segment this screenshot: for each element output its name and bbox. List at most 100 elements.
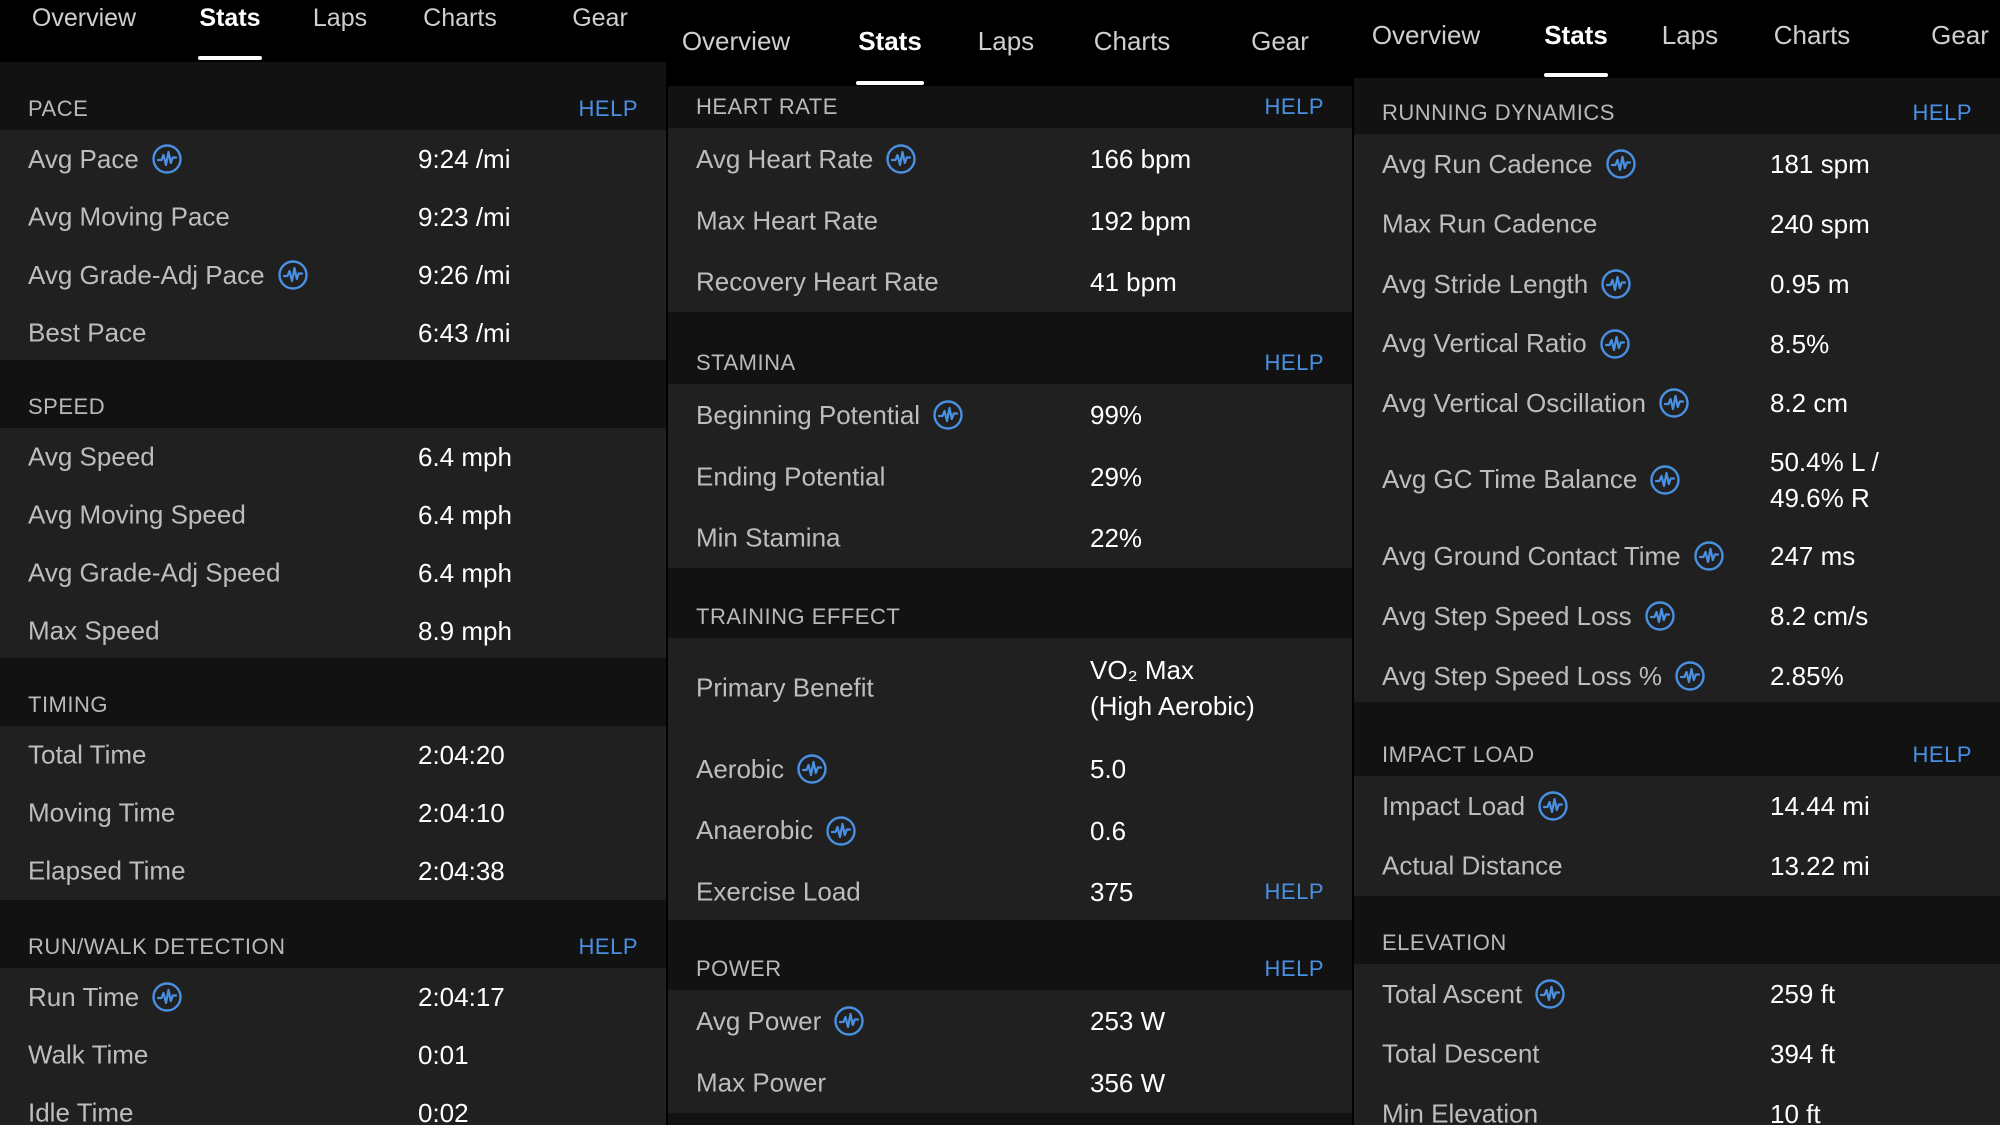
- stat-label: Anaerobic: [696, 815, 857, 847]
- stat-label-text: Avg Moving Pace: [28, 201, 230, 232]
- stat-label-text: Exercise Load: [696, 876, 861, 906]
- section-header: ELEVATION: [1354, 896, 2000, 964]
- tab-charts[interactable]: Charts: [1774, 20, 1851, 51]
- tab-stats[interactable]: Stats: [1544, 20, 1608, 51]
- waveform-icon[interactable]: [1537, 790, 1569, 822]
- waveform-icon[interactable]: [932, 399, 964, 431]
- waveform-icon[interactable]: [151, 981, 183, 1013]
- stat-label-text: Avg Step Speed Loss %: [1382, 660, 1662, 691]
- tab-gear[interactable]: Gear: [1251, 26, 1309, 57]
- stat-value: 8.9 mph: [418, 616, 512, 646]
- tab-overview[interactable]: Overview: [682, 26, 790, 57]
- stat-row: Impact Load 14.44 mi: [1354, 776, 2000, 836]
- stat-row: Max Run Cadence 240 spm: [1354, 194, 2000, 254]
- tab-charts[interactable]: Charts: [423, 4, 497, 33]
- help-link[interactable]: HELP: [579, 934, 638, 960]
- stat-row: Actual Distance 13.22 mi: [1354, 836, 2000, 896]
- stat-value: 375: [1090, 876, 1134, 907]
- waveform-icon[interactable]: [885, 143, 917, 175]
- stat-label: Min Elevation: [1382, 1099, 1538, 1125]
- stat-label: Total Ascent: [1382, 978, 1566, 1010]
- stat-value: 356 W: [1090, 1067, 1166, 1098]
- stat-row: Moving Time 2:04:10: [0, 784, 666, 842]
- stat-label: Max Power: [696, 1067, 826, 1098]
- stat-value: 0:01: [418, 1040, 469, 1070]
- stat-row: Walk Time 0:01: [0, 1026, 666, 1084]
- stat-label: Exercise Load: [696, 876, 861, 907]
- waveform-icon[interactable]: [825, 815, 857, 847]
- tab-stats[interactable]: Stats: [199, 4, 260, 33]
- stat-row: Total Time 2:04:20: [0, 726, 666, 784]
- stat-label-text: Avg Grade-Adj Speed: [28, 557, 281, 588]
- tab-laps[interactable]: Laps: [978, 26, 1034, 57]
- stat-label-text: Run Time: [28, 981, 140, 1012]
- tab-bar: Overview Stats Laps Charts Gear: [668, 0, 1352, 88]
- tab-laps[interactable]: Laps: [1662, 20, 1718, 51]
- stat-label: Avg Run Cadence: [1382, 148, 1637, 180]
- stat-label-text: Best Pace: [28, 317, 147, 348]
- waveform-icon[interactable]: [1600, 268, 1632, 300]
- tab-overview[interactable]: Overview: [1372, 20, 1480, 51]
- tab-laps[interactable]: Laps: [313, 4, 367, 33]
- section-title: PACE: [28, 96, 89, 121]
- waveform-icon[interactable]: [277, 259, 309, 291]
- stat-value: 2:04:17: [418, 982, 505, 1012]
- stat-label: Avg Vertical Ratio: [1382, 328, 1631, 360]
- stats-list: Avg Power 253 W Max Power 356 W: [668, 990, 1352, 1113]
- waveform-icon[interactable]: [1658, 387, 1690, 419]
- stat-value: 0:02: [418, 1098, 469, 1125]
- tab-gear[interactable]: Gear: [572, 4, 628, 33]
- section-title: SPEED: [28, 394, 106, 419]
- tab-gear[interactable]: Gear: [1931, 20, 1989, 51]
- waveform-icon[interactable]: [1693, 540, 1725, 572]
- waveform-icon[interactable]: [796, 753, 828, 785]
- help-link[interactable]: HELP: [1265, 94, 1324, 120]
- stat-label: Avg Vertical Oscillation: [1382, 387, 1690, 419]
- stat-row: Avg Vertical Ratio 8.5%: [1354, 314, 2000, 373]
- stat-label-text: Total Ascent: [1382, 978, 1523, 1009]
- stats-list: Impact Load 14.44 mi Actual Distance 13.22 …: [1354, 776, 2000, 896]
- stat-value: 8.2 cm/s: [1770, 601, 1869, 631]
- help-link[interactable]: HELP: [1265, 879, 1324, 905]
- stat-label: Avg Moving Pace: [28, 202, 230, 233]
- stat-label: Max Run Cadence: [1382, 209, 1597, 240]
- stat-label: Avg Pace: [28, 143, 183, 175]
- help-link[interactable]: HELP: [579, 96, 638, 122]
- stat-label-text: Idle Time: [28, 1097, 134, 1125]
- panel-divider: [666, 0, 668, 1125]
- waveform-icon[interactable]: [1599, 328, 1631, 360]
- stat-value: 9:26 /mi: [418, 260, 511, 290]
- stat-label-text: Avg Run Cadence: [1382, 148, 1593, 179]
- stat-label-text: Max Speed: [28, 615, 160, 646]
- help-link[interactable]: HELP: [1913, 100, 1972, 126]
- tab-charts[interactable]: Charts: [1094, 26, 1171, 57]
- tab-stats[interactable]: Stats: [858, 26, 922, 57]
- stat-label: Recovery Heart Rate: [696, 266, 939, 297]
- active-tab-indicator: [1544, 73, 1608, 77]
- waveform-icon[interactable]: [1605, 148, 1637, 180]
- help-link[interactable]: HELP: [1265, 350, 1324, 376]
- stat-label-text: Aerobic: [696, 753, 785, 784]
- stat-row: Avg Step Speed Loss 8.2 cm/s: [1354, 586, 2000, 646]
- section-title: STAMINA: [696, 350, 796, 375]
- section-title: RUN/WALK DETECTION: [28, 934, 286, 959]
- stat-label-text: Max Power: [696, 1067, 827, 1097]
- stat-value: 2:04:10: [418, 798, 505, 828]
- help-link[interactable]: HELP: [1913, 742, 1972, 768]
- waveform-icon[interactable]: [1649, 464, 1681, 496]
- waveform-icon[interactable]: [1644, 600, 1676, 632]
- stat-value: 14.44 mi: [1770, 791, 1870, 821]
- help-link[interactable]: HELP: [1265, 956, 1324, 982]
- stat-row: Idle Time 0:02: [0, 1084, 666, 1125]
- stat-label-text: Avg Ground Contact Time: [1382, 540, 1681, 571]
- stat-row: Aerobic 5.0: [668, 738, 1352, 800]
- waveform-icon[interactable]: [151, 143, 183, 175]
- stat-row: Avg Run Cadence 181 spm: [1354, 134, 2000, 194]
- stat-row: Recovery Heart Rate 41 bpm: [668, 251, 1352, 312]
- stat-label: Avg Step Speed Loss %: [1382, 660, 1706, 692]
- waveform-icon[interactable]: [1534, 978, 1566, 1010]
- waveform-icon[interactable]: [833, 1005, 865, 1037]
- waveform-icon[interactable]: [1674, 660, 1706, 692]
- stat-label-text: Max Heart Rate: [696, 205, 879, 235]
- tab-overview[interactable]: Overview: [32, 4, 136, 33]
